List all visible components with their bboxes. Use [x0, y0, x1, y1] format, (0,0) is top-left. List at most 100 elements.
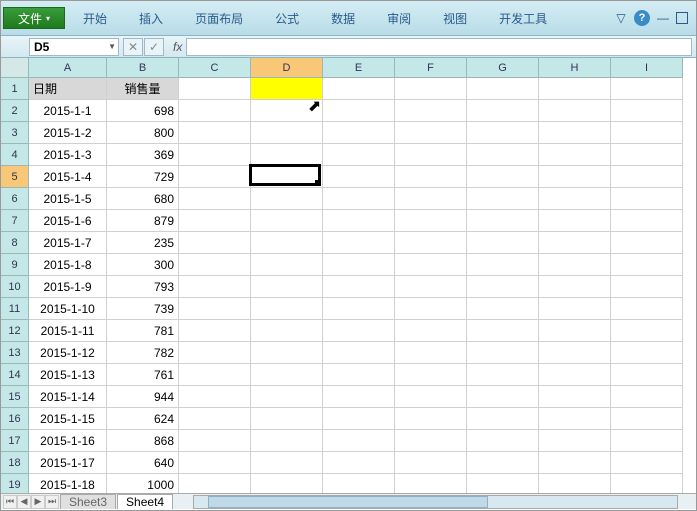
- cell[interactable]: [395, 474, 467, 495]
- cell[interactable]: [611, 210, 683, 232]
- sheet-nav-first-icon[interactable]: ⏮: [3, 495, 17, 509]
- cell[interactable]: [539, 386, 611, 408]
- cell[interactable]: 640: [107, 452, 179, 474]
- column-header[interactable]: D: [251, 58, 323, 78]
- row-header[interactable]: 15: [1, 386, 29, 408]
- cell[interactable]: [467, 188, 539, 210]
- row-header[interactable]: 4: [1, 144, 29, 166]
- cell[interactable]: [179, 364, 251, 386]
- cell[interactable]: [179, 166, 251, 188]
- cell[interactable]: [251, 276, 323, 298]
- cell[interactable]: [611, 452, 683, 474]
- cell[interactable]: [611, 254, 683, 276]
- cell[interactable]: [251, 78, 323, 100]
- cell[interactable]: [467, 276, 539, 298]
- cell[interactable]: [323, 78, 395, 100]
- cell[interactable]: 739: [107, 298, 179, 320]
- cell[interactable]: [323, 166, 395, 188]
- cell[interactable]: [251, 188, 323, 210]
- cell[interactable]: [179, 78, 251, 100]
- enter-formula-icon[interactable]: ✓: [144, 38, 164, 56]
- column-header[interactable]: G: [467, 58, 539, 78]
- cell[interactable]: [251, 298, 323, 320]
- cell[interactable]: [539, 342, 611, 364]
- cell[interactable]: 2015-1-4: [29, 166, 107, 188]
- cell[interactable]: [179, 254, 251, 276]
- cell[interactable]: [323, 320, 395, 342]
- cell[interactable]: [179, 408, 251, 430]
- minimize-ribbon-icon[interactable]: ▽: [614, 11, 628, 25]
- cell[interactable]: 680: [107, 188, 179, 210]
- sheet-tab-inactive[interactable]: Sheet3: [60, 494, 116, 509]
- ribbon-tab[interactable]: 页面布局: [179, 1, 259, 35]
- cell[interactable]: [251, 452, 323, 474]
- cell[interactable]: [611, 430, 683, 452]
- cell[interactable]: [395, 144, 467, 166]
- column-header[interactable]: B: [107, 58, 179, 78]
- cell[interactable]: [323, 386, 395, 408]
- cell[interactable]: 2015-1-8: [29, 254, 107, 276]
- row-header[interactable]: 5: [1, 166, 29, 188]
- restore-window-icon[interactable]: [676, 12, 688, 24]
- cell[interactable]: [395, 188, 467, 210]
- cell[interactable]: 800: [107, 122, 179, 144]
- cell[interactable]: [539, 452, 611, 474]
- cell[interactable]: 2015-1-17: [29, 452, 107, 474]
- cell[interactable]: [467, 254, 539, 276]
- cell[interactable]: 2015-1-6: [29, 210, 107, 232]
- cell[interactable]: [611, 364, 683, 386]
- cell[interactable]: [395, 276, 467, 298]
- column-header[interactable]: H: [539, 58, 611, 78]
- column-header[interactable]: A: [29, 58, 107, 78]
- cell[interactable]: [611, 474, 683, 495]
- ribbon-tab[interactable]: 公式: [259, 1, 315, 35]
- cell[interactable]: [467, 474, 539, 495]
- cell[interactable]: [467, 232, 539, 254]
- cell[interactable]: [539, 144, 611, 166]
- cell[interactable]: 2015-1-18: [29, 474, 107, 495]
- cell[interactable]: 2015-1-11: [29, 320, 107, 342]
- cell[interactable]: [179, 276, 251, 298]
- name-box-dropdown-icon[interactable]: ▼: [108, 42, 116, 51]
- row-header[interactable]: 16: [1, 408, 29, 430]
- cell[interactable]: [539, 320, 611, 342]
- formula-input[interactable]: [186, 38, 692, 56]
- cell[interactable]: [467, 386, 539, 408]
- column-header[interactable]: E: [323, 58, 395, 78]
- cell[interactable]: [251, 364, 323, 386]
- cell[interactable]: 2015-1-3: [29, 144, 107, 166]
- row-header[interactable]: 7: [1, 210, 29, 232]
- cell[interactable]: [179, 430, 251, 452]
- cell[interactable]: [179, 474, 251, 495]
- cell[interactable]: [467, 100, 539, 122]
- cell[interactable]: 2015-1-7: [29, 232, 107, 254]
- cell[interactable]: [323, 254, 395, 276]
- cell[interactable]: [467, 210, 539, 232]
- cell[interactable]: [395, 342, 467, 364]
- cell[interactable]: [395, 166, 467, 188]
- cell[interactable]: [395, 78, 467, 100]
- cell[interactable]: [467, 342, 539, 364]
- select-all-corner[interactable]: [1, 58, 29, 78]
- cell[interactable]: 300: [107, 254, 179, 276]
- cell[interactable]: [323, 232, 395, 254]
- sheet-tab-active[interactable]: Sheet4: [117, 494, 173, 509]
- cell[interactable]: [251, 232, 323, 254]
- sheet-nav-next-icon[interactable]: ▶: [31, 495, 45, 509]
- cell[interactable]: [323, 430, 395, 452]
- cell[interactable]: [179, 452, 251, 474]
- cell[interactable]: [539, 276, 611, 298]
- cell[interactable]: 235: [107, 232, 179, 254]
- cell[interactable]: 729: [107, 166, 179, 188]
- cell[interactable]: [251, 166, 323, 188]
- cell[interactable]: 2015-1-5: [29, 188, 107, 210]
- sheet-nav-prev-icon[interactable]: ◀: [17, 495, 31, 509]
- row-header[interactable]: 9: [1, 254, 29, 276]
- cell[interactable]: [539, 298, 611, 320]
- cell[interactable]: [323, 474, 395, 495]
- cell[interactable]: [251, 320, 323, 342]
- cell[interactable]: [179, 386, 251, 408]
- row-header[interactable]: 17: [1, 430, 29, 452]
- cell[interactable]: [467, 408, 539, 430]
- cell[interactable]: [323, 452, 395, 474]
